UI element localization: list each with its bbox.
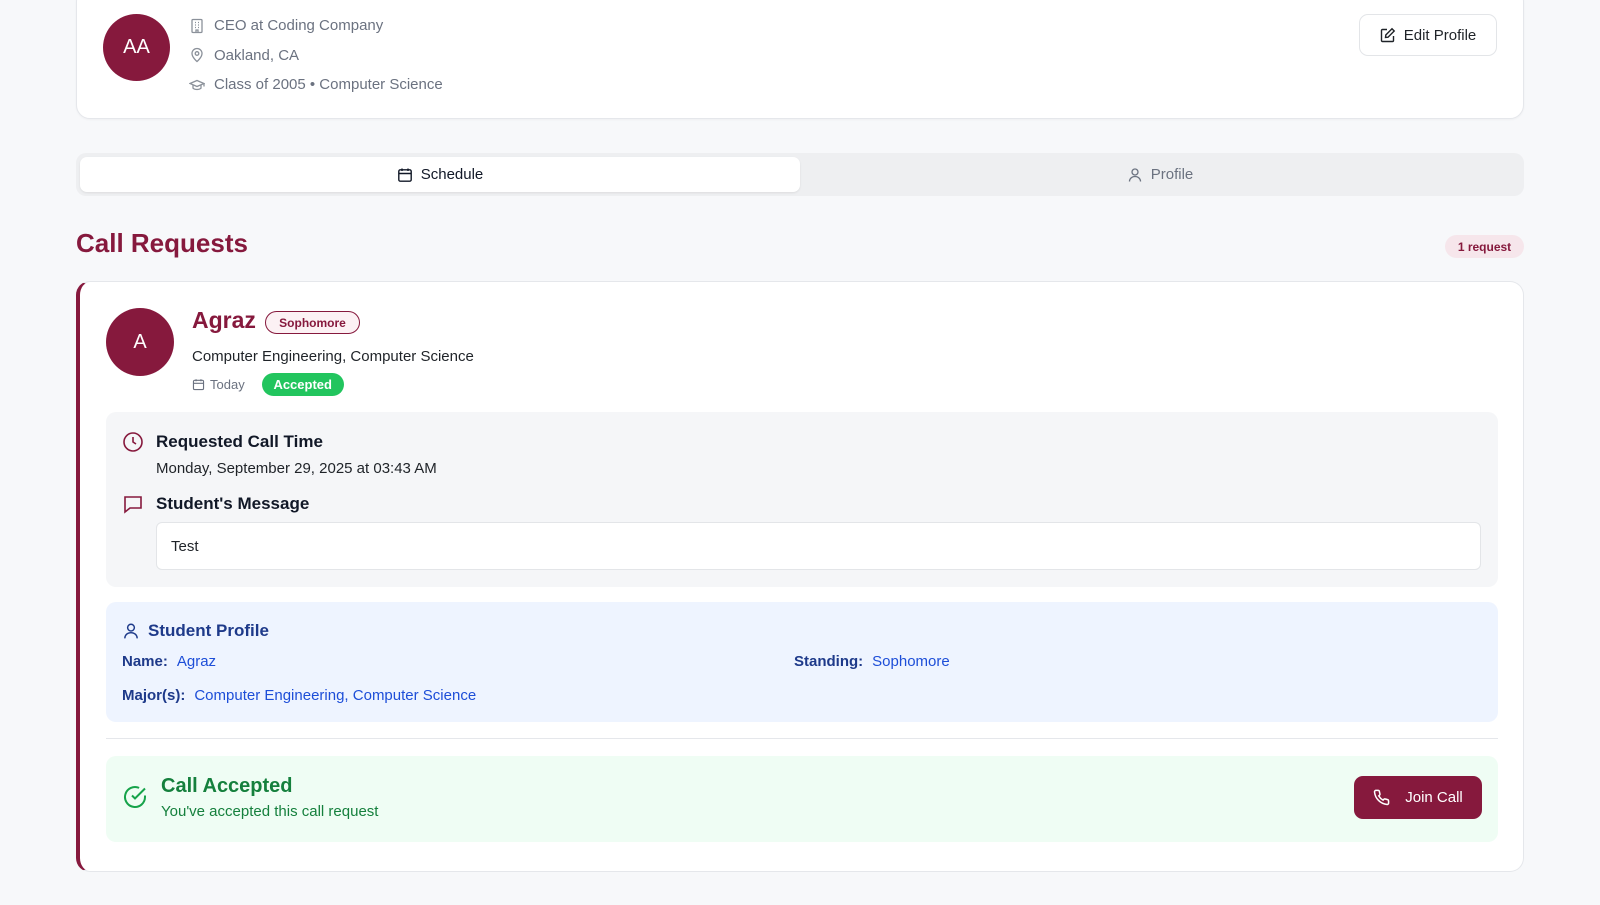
calendar-icon xyxy=(397,167,413,183)
standing-badge: Sophomore xyxy=(265,311,360,334)
tab-profile[interactable]: Profile xyxy=(800,157,1520,192)
call-accepted-title: Call Accepted xyxy=(161,775,293,797)
request-count-badge: 1 request xyxy=(1445,235,1524,258)
tab-schedule[interactable]: Schedule xyxy=(80,157,800,192)
profile-location: Oakland, CA xyxy=(214,46,300,64)
profile-title: CEO at Coding Company xyxy=(214,17,384,35)
graduation-cap-icon xyxy=(189,77,205,93)
join-call-button[interactable]: Join Call xyxy=(1354,776,1482,819)
request-date: Today xyxy=(210,377,245,392)
building-icon xyxy=(189,18,205,34)
call-accepted-panel: Call Accepted You've accepted this call … xyxy=(106,756,1498,842)
edit-profile-label: Edit Profile xyxy=(1403,26,1477,44)
call-accepted-subtitle: You've accepted this call request xyxy=(161,803,379,820)
profile-standing-key: Standing: xyxy=(794,653,864,670)
student-majors: Computer Engineering, Computer Science xyxy=(192,348,474,365)
status-badge: Accepted xyxy=(261,373,344,396)
requested-time-value: Monday, September 29, 2025 at 03:43 AM xyxy=(156,460,437,477)
student-message: Test xyxy=(156,522,1481,570)
profile-standing-value: Sophomore xyxy=(872,653,950,670)
profile-info: CEO at Coding Company Oakland, CA Class … xyxy=(189,11,443,100)
page-title: Call Requests xyxy=(76,228,248,258)
profile-education-line: Class of 2005 • Computer Science xyxy=(189,70,443,100)
profile-majors-key: Major(s): xyxy=(122,687,186,704)
profile-name-value: Agraz xyxy=(176,653,217,670)
call-request-card: A Agraz Sophomore Computer Engineering, … xyxy=(76,281,1524,872)
profile-title-line: CEO at Coding Company xyxy=(189,11,443,41)
tab-profile-label: Profile xyxy=(1150,166,1194,183)
divider xyxy=(106,738,1498,739)
edit-profile-button[interactable]: Edit Profile xyxy=(1359,14,1497,56)
requested-time-label: Requested Call Time xyxy=(156,432,323,451)
user-icon xyxy=(1127,167,1143,183)
check-circle-icon xyxy=(122,784,148,810)
profile-location-line: Oakland, CA xyxy=(189,41,443,71)
avatar: AA xyxy=(103,14,170,81)
request-details: Requested Call Time Monday, September 29… xyxy=(106,412,1498,587)
profile-name-key: Name: xyxy=(122,653,168,670)
edit-icon xyxy=(1380,27,1396,43)
student-profile-panel: Student Profile Name: Agraz Standing: So… xyxy=(106,602,1498,722)
user-icon xyxy=(122,622,140,640)
student-avatar: A xyxy=(106,308,174,376)
phone-icon xyxy=(1373,789,1390,806)
message-icon xyxy=(122,493,144,515)
message-label: Student's Message xyxy=(156,494,310,513)
student-profile-heading: Student Profile xyxy=(122,621,269,641)
join-call-label: Join Call xyxy=(1405,789,1463,806)
tab-schedule-label: Schedule xyxy=(420,166,484,183)
map-pin-icon xyxy=(189,47,205,63)
request-date-row: Today Accepted xyxy=(192,373,344,396)
profile-majors-field: Major(s): Computer Engineering, Computer… xyxy=(122,687,476,704)
student-name: Agraz xyxy=(192,307,256,333)
tab-bar: Schedule Profile xyxy=(76,153,1524,196)
profile-card: AA CEO at Coding Company Oakland, CA Cla… xyxy=(76,0,1524,119)
profile-education: Class of 2005 • Computer Science xyxy=(214,76,443,94)
clock-icon xyxy=(122,431,144,453)
calendar-icon xyxy=(192,378,205,391)
profile-majors-value: Computer Engineering, Computer Science xyxy=(194,687,477,704)
profile-name-field: Name: Agraz xyxy=(122,653,216,670)
profile-standing-field: Standing: Sophomore xyxy=(794,653,950,670)
student-profile-title: Student Profile xyxy=(148,621,269,640)
